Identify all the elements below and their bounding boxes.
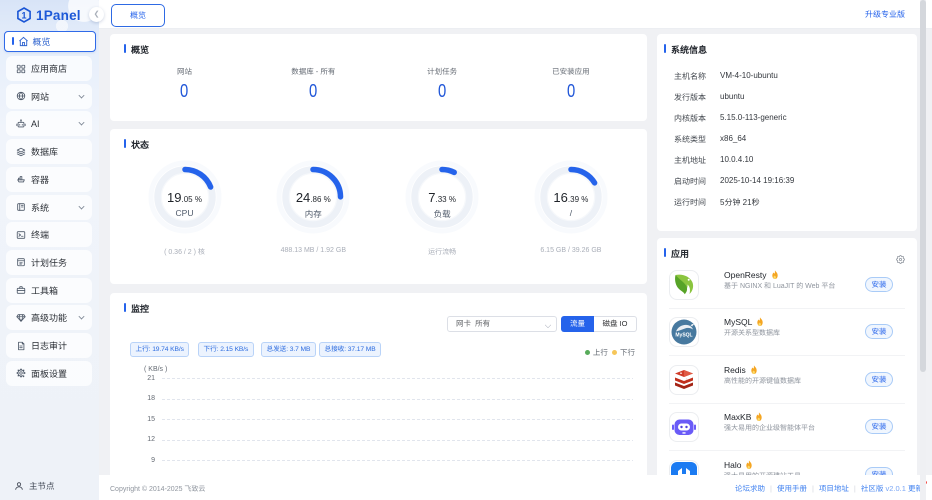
svg-text:1: 1 [21, 11, 26, 21]
svg-text:MySQL: MySQL [675, 333, 692, 339]
